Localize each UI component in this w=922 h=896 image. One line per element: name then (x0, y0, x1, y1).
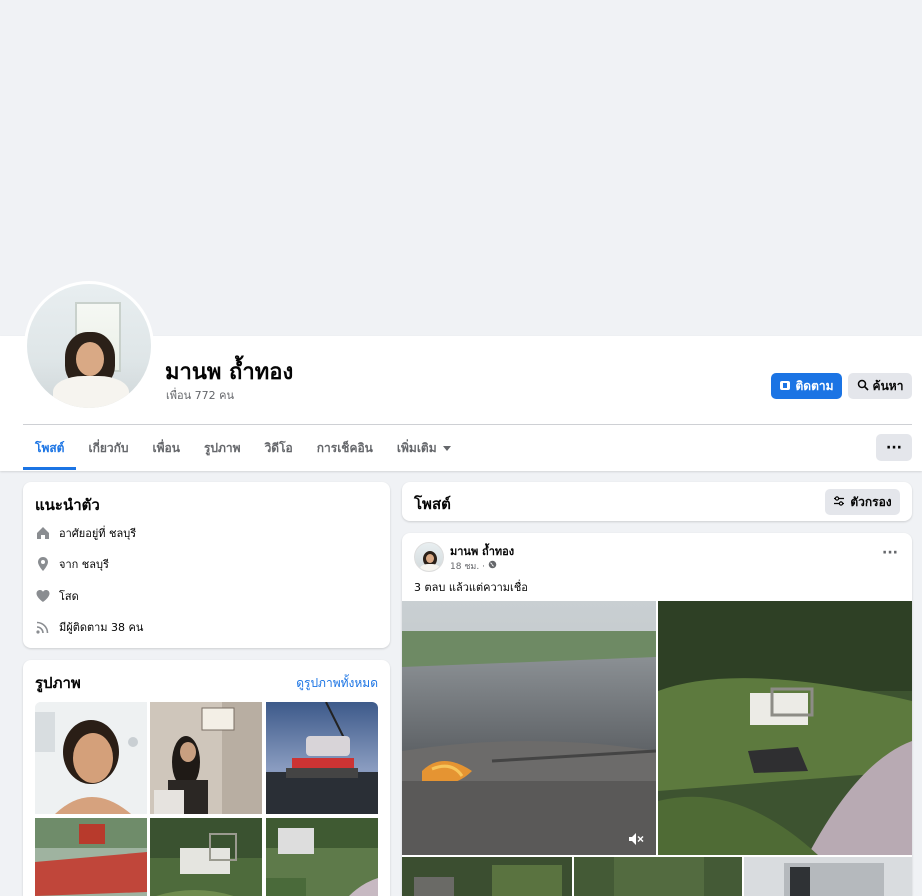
photos-card: รูปภาพ ดูรูปภาพทั้งหมด (23, 660, 390, 896)
post-timestamp[interactable]: 18 ชม. · (450, 559, 497, 573)
post-options-button[interactable]: ··· (882, 545, 898, 561)
post-text: 3 ตลบ แล้วแต่ความเชื่อ (414, 581, 528, 594)
location-pin-icon (35, 556, 51, 572)
heart-icon (35, 588, 51, 604)
header-divider (23, 424, 912, 425)
filter-button[interactable]: ตัวกรอง (825, 489, 900, 515)
photo-thumbnail[interactable] (150, 818, 262, 896)
search-label: ค้นหา (872, 378, 904, 393)
search-icon (857, 379, 869, 394)
intro-item: อาศัยอยู่ที่ ชลบุรี (35, 524, 136, 542)
intro-card: แนะนำตัว อาศัยอยู่ที่ ชลบุรี จาก ชลบุรี … (23, 482, 390, 648)
search-button[interactable]: ค้นหา (848, 373, 912, 399)
photo-thumbnail[interactable] (35, 818, 147, 896)
mute-icon[interactable] (628, 831, 644, 850)
post-card: มานพ ถ้ำทอง 18 ชม. · ··· 3 ตลบ แล้วแต่คว… (402, 533, 912, 896)
filter-icon (833, 495, 845, 510)
profile-more-button[interactable]: ··· (876, 434, 912, 461)
tab-videos[interactable]: วิดีโอ (253, 426, 305, 470)
intro-item: จาก ชลบุรี (35, 555, 109, 573)
follow-label: ติดตาม (795, 378, 834, 393)
post-photo[interactable] (402, 857, 572, 896)
intro-title: แนะนำตัว (35, 496, 100, 514)
photo-thumbnail[interactable] (266, 702, 378, 814)
posts-title: โพสต์ (414, 495, 451, 513)
profile-name: มานพ ถ้ำทอง (165, 360, 294, 385)
tab-more[interactable]: เพิ่มเติม (385, 426, 463, 470)
intro-text: โสด (59, 590, 79, 603)
tab-label: เกี่ยวกับ (88, 440, 129, 455)
post-photo[interactable] (744, 857, 912, 896)
photo-thumbnail[interactable] (35, 702, 147, 814)
intro-text: มีผู้ติดตาม 38 คน (59, 621, 144, 634)
profile-tabs: โพสต์ เกี่ยวกับ เพื่อน รูปภาพ วิดีโอ การ… (23, 426, 463, 470)
tab-checkins[interactable]: การเช็คอิน (305, 426, 385, 470)
intro-text: อาศัยอยู่ที่ ชลบุรี (59, 527, 137, 540)
filter-label: ตัวกรอง (850, 494, 892, 509)
tab-label: รูปภาพ (203, 440, 241, 455)
post-photo[interactable] (574, 857, 742, 896)
tab-about[interactable]: เกี่ยวกับ (76, 426, 140, 470)
intro-item: มีผู้ติดตาม 38 คน (35, 618, 143, 636)
tab-label: เพิ่มเติม (396, 440, 437, 455)
photo-thumbnail[interactable] (150, 702, 262, 814)
tab-label: การเช็คอิน (316, 440, 373, 455)
home-icon (35, 525, 51, 541)
follow-button[interactable]: ติดตาม (771, 373, 842, 399)
globe-icon (488, 560, 497, 572)
cover-photo[interactable] (0, 0, 922, 336)
see-all-photos-link[interactable]: ดูรูปภาพทั้งหมด (296, 674, 378, 693)
post-video[interactable] (402, 601, 656, 855)
tab-photos[interactable]: รูปภาพ (192, 426, 253, 470)
photos-title: รูปภาพ (35, 674, 81, 692)
posts-header-card: โพสต์ ตัวกรอง (402, 482, 912, 521)
intro-text: จาก ชลบุรี (59, 558, 109, 571)
photo-thumbnail[interactable] (266, 818, 378, 896)
post-author-avatar[interactable] (414, 542, 444, 572)
follow-icon (779, 379, 791, 394)
intro-item: โสด (35, 587, 79, 605)
post-photo[interactable] (658, 601, 912, 855)
tab-label: วิดีโอ (264, 440, 293, 455)
tab-friends[interactable]: เพื่อน (141, 426, 192, 470)
post-author-name[interactable]: มานพ ถ้ำทอง (450, 542, 514, 560)
profile-avatar[interactable] (24, 281, 154, 411)
caret-down-icon (442, 445, 451, 451)
post-time-text: 18 ชม. · (450, 562, 485, 572)
tab-posts[interactable]: โพสต์ (23, 426, 77, 470)
friends-count[interactable]: เพื่อน 772 คน (166, 386, 234, 404)
tab-label: โพสต์ (35, 440, 65, 455)
rss-icon (35, 619, 51, 635)
tab-label: เพื่อน (152, 440, 180, 455)
